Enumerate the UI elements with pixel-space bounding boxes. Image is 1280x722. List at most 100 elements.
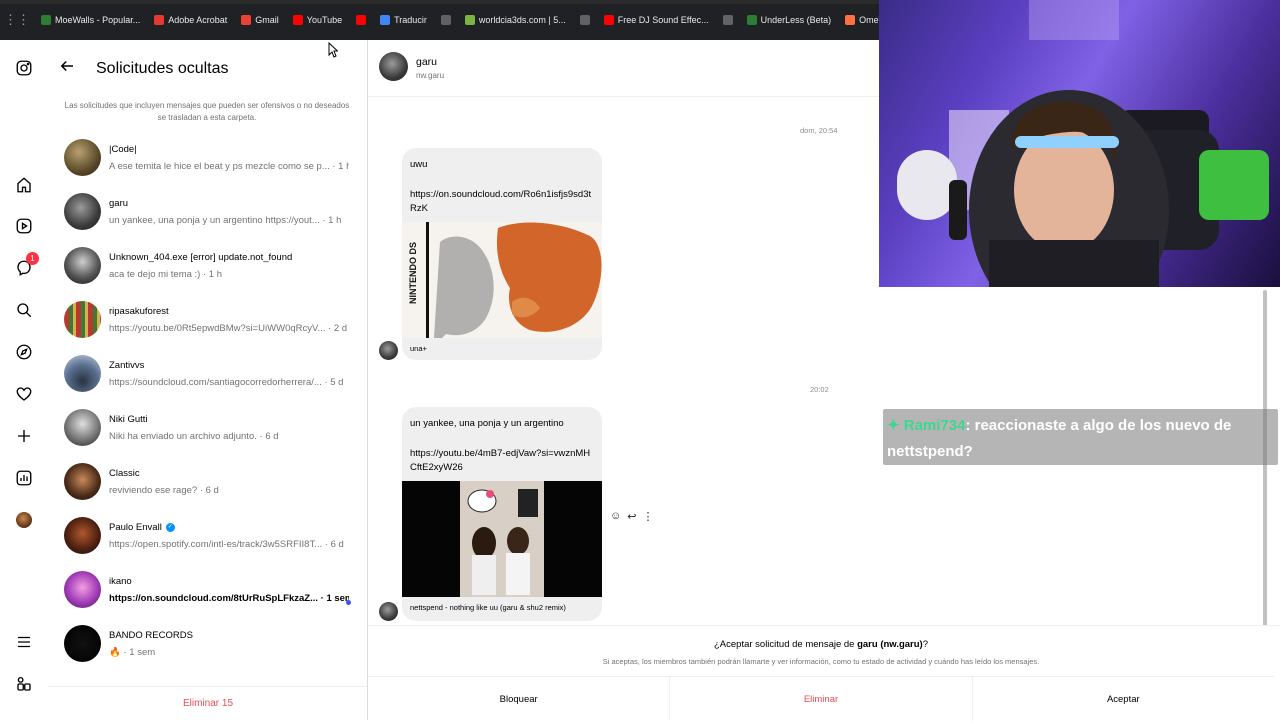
- gmail-icon: [241, 15, 252, 25]
- request-avatar[interactable]: [64, 301, 101, 338]
- request-name: garu: [109, 198, 128, 209]
- contact-avatar[interactable]: [379, 52, 408, 81]
- messages-icon[interactable]: 1: [14, 252, 39, 278]
- request-item[interactable]: Niki Gutti Niki ha enviado un archivo adj…: [48, 409, 367, 463]
- request-actions: Bloquear Eliminar Aceptar: [368, 676, 1274, 721]
- request-item[interactable]: Paulo Envall ✓ https://open.spotify.com/in…: [48, 517, 367, 571]
- contact-username: nw.garu: [416, 71, 445, 80]
- request-preview: reviviendo ese rage? · 6 d: [109, 485, 219, 496]
- bookmark-item[interactable]: YouTube: [286, 15, 349, 25]
- request-avatar[interactable]: [64, 517, 101, 554]
- request-item[interactable]: Classic reviviendo ese rage? · 6 d: [48, 463, 367, 517]
- bookmark-item[interactable]: Adobe Acrobat: [147, 15, 234, 25]
- youtube-icon: [292, 15, 303, 25]
- reels-icon[interactable]: [14, 216, 34, 236]
- request-avatar[interactable]: [64, 193, 101, 230]
- reply-icon[interactable]: ↩: [627, 510, 636, 523]
- message-text: un yankee, una ponja y un argentino: [410, 418, 564, 429]
- menu-icon[interactable]: [14, 632, 34, 652]
- request-name: ikano: [109, 576, 132, 587]
- bookmark-item[interactable]: [434, 15, 458, 25]
- bookmark-label: OmeTV Video Chat...: [859, 15, 880, 25]
- message-link[interactable]: https://on.soundcloud.com/Ro6n1isfjs9sd3…: [402, 172, 602, 222]
- bookmark-item[interactable]: Gmail: [234, 15, 286, 25]
- message-bubble[interactable]: uwu https://on.soundcloud.com/Ro6n1isfjs…: [402, 148, 602, 360]
- globe-icon: [579, 15, 590, 25]
- timestamp: 20:02: [810, 385, 829, 394]
- request-name: Niki Gutti: [109, 414, 148, 425]
- instagram-logo-icon[interactable]: [14, 58, 34, 78]
- bookmark-item[interactable]: [349, 15, 373, 25]
- bookmark-item[interactable]: OmeTV Video Chat...: [838, 15, 880, 25]
- dashboard-icon[interactable]: [14, 468, 34, 488]
- translate-icon: [380, 15, 391, 25]
- shared-youtube-thumbnail[interactable]: [402, 481, 602, 597]
- bookmark-item[interactable]: worldcia3ds.com | 5...: [458, 15, 573, 25]
- bookmark-label: UnderLess (Beta): [760, 15, 832, 25]
- request-preview: https://soundcloud.com/santiagocorredorh…: [109, 377, 344, 388]
- artwork-illustration: [402, 222, 602, 338]
- bookmark-label: worldcia3ds.com | 5...: [478, 15, 566, 25]
- request-item[interactable]: Unknown_404.exe [error] update.not_found…: [48, 247, 367, 301]
- request-avatar[interactable]: [64, 409, 101, 446]
- delete-all-button[interactable]: Eliminar 15: [48, 686, 367, 720]
- message-link[interactable]: https://youtu.be/4mB7-edjVaw?si=vwznMHCf…: [402, 431, 602, 481]
- shared-soundcloud-artwork[interactable]: NINTENDO DS: [402, 222, 602, 338]
- request-name-text: |Code|: [109, 144, 137, 155]
- hidden-requests-panel: Solicitudes ocultas Las solicitudes que …: [48, 40, 368, 720]
- instagram-nav-rail: 1: [0, 40, 48, 720]
- request-name: Paulo Envall ✓: [109, 522, 175, 533]
- heart-icon[interactable]: [14, 384, 34, 404]
- explore-icon[interactable]: [14, 342, 34, 362]
- delete-button[interactable]: Eliminar: [669, 677, 971, 721]
- chat-badge-icon: ✦: [887, 417, 900, 434]
- bookmark-item[interactable]: Traducir: [373, 15, 434, 25]
- react-emoji-icon[interactable]: ☺: [610, 510, 621, 523]
- streamer-webcam: [879, 0, 1280, 287]
- request-preview: A ese temita le hice el beat y ps mezcle…: [109, 161, 349, 172]
- request-avatar[interactable]: [64, 355, 101, 392]
- request-avatar[interactable]: [64, 571, 101, 608]
- block-button[interactable]: Bloquear: [368, 677, 669, 721]
- request-avatar[interactable]: [64, 463, 101, 500]
- bookmark-item[interactable]: MoeWalls - Popular...: [34, 15, 147, 25]
- home-icon[interactable]: [14, 175, 34, 195]
- request-item[interactable]: ikano https://on.soundcloud.com/8tUrRuSpL…: [48, 571, 367, 625]
- more-options-icon[interactable]: ⋮: [642, 510, 653, 523]
- request-item[interactable]: garu un yankee, una ponja y un argentino …: [48, 193, 367, 247]
- moewalls-icon: [41, 15, 51, 25]
- create-plus-icon[interactable]: [14, 426, 34, 446]
- globe-icon: [440, 15, 451, 25]
- accept-button[interactable]: Aceptar: [971, 677, 1274, 721]
- accept-question: ¿Aceptar solicitud de mensaje de garu (n…: [713, 639, 929, 650]
- bookmark-label: Gmail: [255, 15, 279, 25]
- request-avatar[interactable]: [64, 139, 101, 176]
- shared-track-caption: una+: [410, 344, 427, 353]
- request-item[interactable]: ripasakuforest https://youtu.be/0Rt5epwdB…: [48, 301, 367, 355]
- request-avatar[interactable]: [64, 625, 101, 662]
- bookmark-label: YouTube: [306, 15, 343, 25]
- apps-grid-icon[interactable]: ⋮⋮: [0, 0, 34, 40]
- bookmark-item[interactable]: [573, 15, 597, 25]
- sender-avatar[interactable]: [379, 602, 398, 621]
- message-bubble[interactable]: un yankee, una ponja y un argentino http…: [402, 407, 602, 621]
- tab-strip-edge: [0, 0, 880, 4]
- request-item[interactable]: BANDO RECORDS 🔥 · 1 sem: [48, 625, 367, 679]
- search-icon[interactable]: [14, 300, 34, 320]
- scrollbar-thumb[interactable]: [1263, 290, 1267, 670]
- sender-avatar[interactable]: [379, 341, 398, 360]
- request-name-text: BANDO RECORDS: [109, 630, 193, 641]
- bookmark-label: Free DJ Sound Effec...: [617, 15, 709, 25]
- bookmark-item[interactable]: Free DJ Sound Effec...: [597, 15, 716, 25]
- back-arrow-icon[interactable]: [58, 57, 82, 80]
- request-avatar[interactable]: [64, 247, 101, 284]
- request-preview: https://on.soundcloud.com/8tUrRuSpLFkzaZ…: [109, 593, 349, 604]
- threads-apps-icon[interactable]: [14, 674, 34, 694]
- request-item[interactable]: Zantivvs https://soundcloud.com/santiagoc…: [48, 355, 367, 409]
- bookmark-item[interactable]: UnderLess (Beta): [740, 15, 839, 25]
- contact-name[interactable]: garu: [416, 56, 437, 68]
- request-item[interactable]: |Code| A ese temita le hice el beat y ps …: [48, 139, 367, 193]
- request-name-text: Classic: [109, 468, 140, 479]
- profile-avatar[interactable]: [14, 510, 34, 530]
- bookmark-item[interactable]: [716, 15, 740, 25]
